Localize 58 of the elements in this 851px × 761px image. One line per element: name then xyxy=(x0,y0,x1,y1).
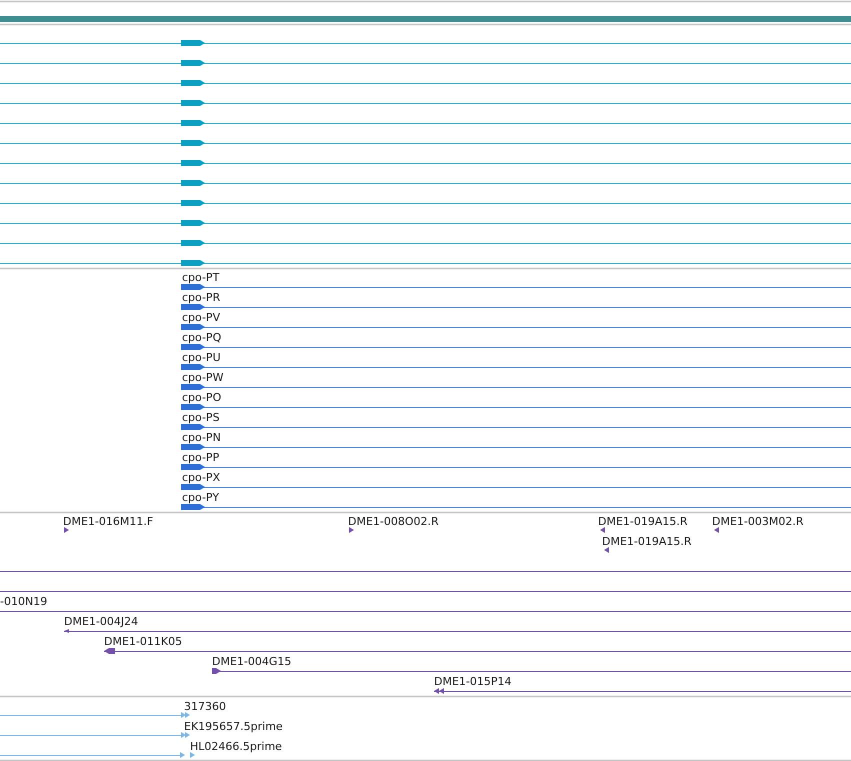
feature-arrow[interactable] xyxy=(181,120,205,126)
feature-arrow[interactable] xyxy=(181,384,205,390)
feature-arrow[interactable] xyxy=(181,180,205,186)
feature-arrow[interactable] xyxy=(181,40,205,46)
feature-arrow[interactable] xyxy=(181,100,205,106)
feature-arrow[interactable] xyxy=(64,629,69,633)
feature-label: DME1-019A15.R xyxy=(602,535,692,548)
feature-arrow[interactable] xyxy=(181,260,205,266)
feature-label: cpo-PS xyxy=(182,411,220,424)
feature-label: DME1-004G15 xyxy=(212,655,292,668)
feature-label: cpo-PX xyxy=(182,471,220,484)
feature-arrow[interactable] xyxy=(181,424,205,430)
feature-label: cpo-PY xyxy=(182,491,220,504)
feature-arrow[interactable] xyxy=(349,527,354,533)
feature-arrow[interactable] xyxy=(181,324,205,330)
feature-label: cpo-PR xyxy=(182,291,220,304)
feature-label: DME1-011K05 xyxy=(104,635,182,648)
feature-arrow[interactable] xyxy=(181,80,205,86)
feature-label: cpo-PU xyxy=(182,351,221,364)
feature-label: DME1-003M02.R xyxy=(712,515,804,528)
feature-arrow[interactable] xyxy=(181,240,205,246)
feature-arrow[interactable] xyxy=(181,464,205,470)
feature-arrow[interactable] xyxy=(181,284,205,290)
feature-arrow[interactable] xyxy=(434,688,444,694)
feature-arrow[interactable] xyxy=(181,344,205,350)
feature-arrow[interactable] xyxy=(181,160,205,166)
feature-arrow[interactable] xyxy=(181,444,205,450)
feature-arrow[interactable] xyxy=(714,527,719,533)
feature-label: cpo-PP xyxy=(182,451,220,464)
feature-label: HL02466.5prime xyxy=(190,740,282,753)
feature-arrow[interactable] xyxy=(604,547,609,553)
feature-label: cpo-PO xyxy=(182,391,222,404)
feature-arrow[interactable] xyxy=(181,404,205,410)
feature-label: DME1-015P14 xyxy=(434,675,512,688)
feature-arrow[interactable] xyxy=(181,484,205,490)
feature-label: DME1-004J24 xyxy=(64,615,138,628)
feature-arrow[interactable] xyxy=(181,504,205,510)
feature-label: DME1-008O02.R xyxy=(348,515,439,528)
feature-arrow[interactable] xyxy=(181,200,205,206)
feature-label: cpo-PV xyxy=(182,311,220,324)
feature-arrow[interactable] xyxy=(104,648,115,654)
feature-arrow[interactable] xyxy=(181,60,205,66)
feature-arrow[interactable] xyxy=(181,364,205,370)
feature-label: cpo-PT xyxy=(182,271,220,284)
feature-label: cpo-PW xyxy=(182,371,224,384)
feature-arrow[interactable] xyxy=(181,220,205,226)
feature-label: DME1-019A15.R xyxy=(598,515,688,528)
feature-arrow[interactable] xyxy=(181,140,205,146)
feature-arrow[interactable] xyxy=(64,527,69,533)
feature-label: cpo-PQ xyxy=(182,331,222,344)
feature-arrow[interactable] xyxy=(181,304,205,310)
feature-label: cpo-PN xyxy=(182,431,221,444)
feature-label: 317360 xyxy=(184,700,226,713)
feature-arrow[interactable] xyxy=(212,668,221,674)
feature-label: -010N19 xyxy=(0,595,48,608)
feature-arrow[interactable] xyxy=(600,527,605,533)
feature-label: DME1-016M11.F xyxy=(63,515,154,528)
feature-label: EK195657.5prime xyxy=(184,720,283,733)
